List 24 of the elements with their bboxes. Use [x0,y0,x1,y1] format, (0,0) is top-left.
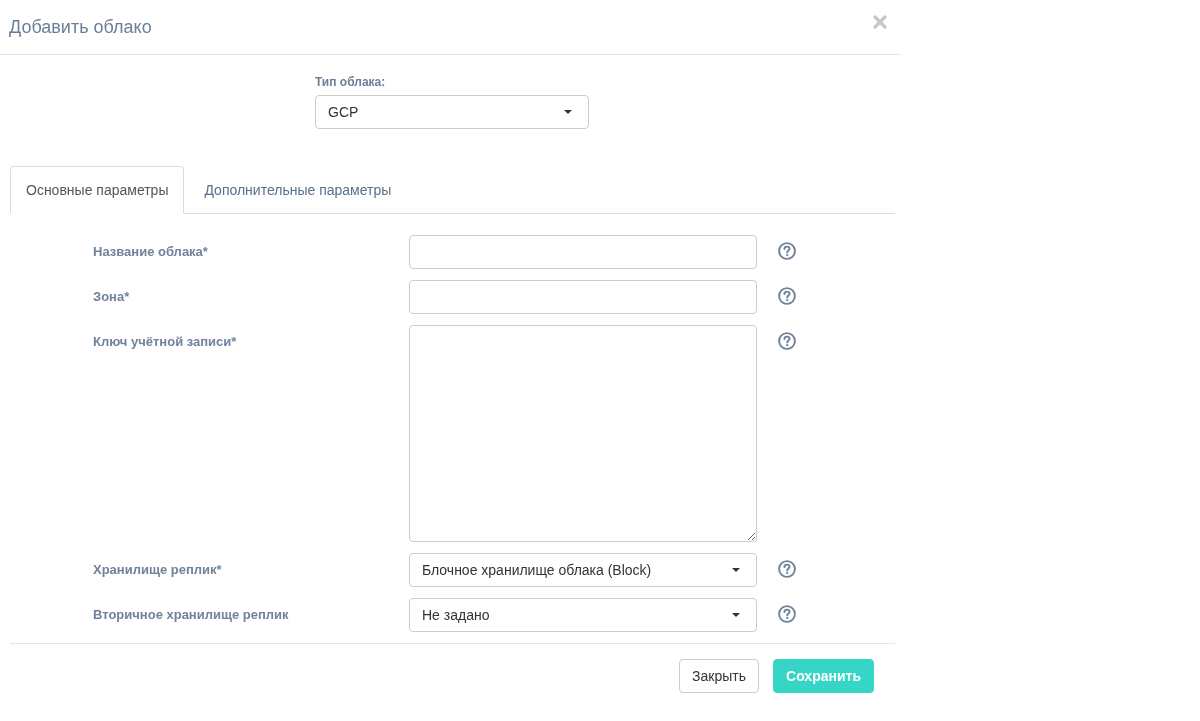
tab[interactable]: Дополнительные параметры [188,166,408,214]
field-label: Хранилище реплик* [93,561,222,579]
select-field[interactable]: Блочное хранилище облака (Block) [409,553,757,587]
field-label: Название облака* [93,243,208,261]
caret-icon [732,613,740,617]
tab[interactable]: Основные параметры [10,166,185,214]
close-button[interactable]: Закрыть [679,659,760,693]
text-field[interactable] [409,280,757,314]
cloud-type-label: Тип облака: [315,74,386,90]
caret-icon [564,110,572,114]
field-label: Ключ учётной записи* [93,333,237,351]
dialog-title: Добавить облако [9,18,152,36]
field-label: Зона* [93,288,130,306]
help-icon[interactable] [778,332,796,350]
help-icon[interactable] [778,560,796,578]
field-label: Вторичное хранилище реплик [93,606,289,624]
help-icon[interactable] [778,242,796,260]
help-icon[interactable] [778,287,796,305]
caret-icon [732,568,740,572]
help-icon[interactable] [778,605,796,623]
select-field[interactable]: Не задано [409,598,757,632]
text-area-field[interactable] [409,325,757,542]
cloud-type-select[interactable]: GCP [315,95,589,129]
text-field[interactable] [409,235,757,269]
